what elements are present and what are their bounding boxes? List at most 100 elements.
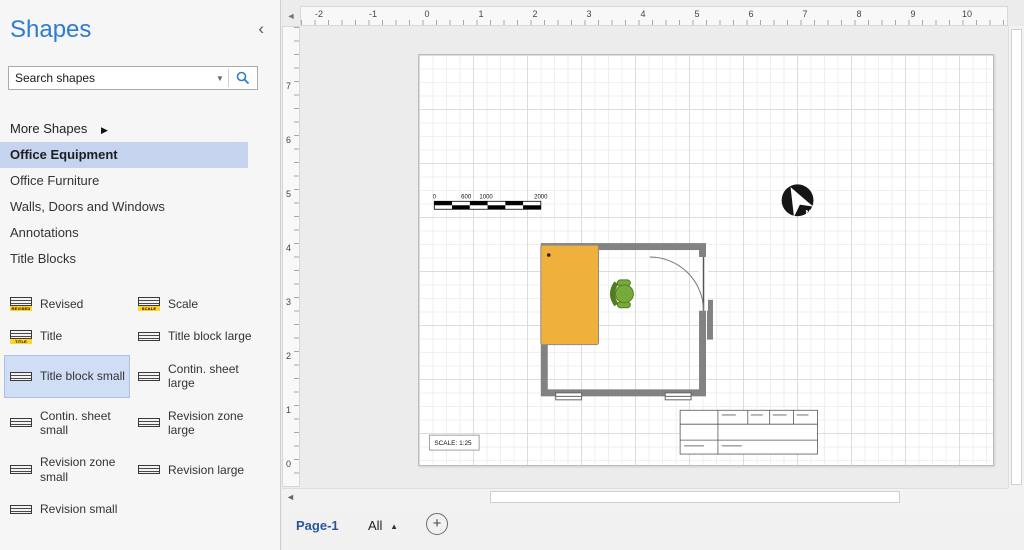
stencil-item[interactable]: Walls, Doors and Windows — [0, 194, 248, 220]
north-arrow-shape[interactable]: N — [781, 182, 814, 217]
ruler-number: 1 — [286, 405, 292, 415]
ruler-number: 7 — [286, 81, 292, 91]
shape-label: Contin. sheet large — [168, 361, 239, 391]
search-icon — [236, 71, 250, 85]
svg-text:N: N — [806, 210, 811, 217]
ruler-ticks — [294, 27, 299, 486]
shape-item[interactable]: Contin. sheet large — [132, 355, 258, 398]
horizontal-scrollbar-thumb[interactable] — [490, 491, 900, 503]
stencil-item[interactable]: Title Blocks — [0, 246, 248, 272]
door-swing-arc — [649, 256, 705, 311]
title-block-shape-icon — [9, 465, 33, 475]
shape-item[interactable]: SCALE Scale — [132, 290, 258, 318]
search-button[interactable] — [229, 67, 257, 89]
ruler-number: 10 — [961, 9, 973, 19]
search-box: ▼ — [8, 66, 258, 90]
vertical-scrollbar[interactable] — [1008, 26, 1024, 488]
shape-label: Revision zone small — [40, 455, 116, 484]
vertical-scrollbar-thumb[interactable] — [1011, 29, 1022, 485]
stencil-item[interactable]: Office Equipment — [0, 142, 248, 168]
svg-text:0: 0 — [433, 194, 437, 200]
ruler-number: -2 — [314, 9, 324, 19]
shapes-panel-title: Shapes — [10, 16, 92, 43]
ruler-number: 2 — [286, 351, 292, 361]
shape-item[interactable]: TITLE Title — [4, 322, 130, 350]
floor-plan: 0 600 1000 2000 N SCALE: 1:25 — [428, 182, 818, 455]
ruler-number: 0 — [286, 459, 292, 469]
ruler-number: 6 — [748, 9, 754, 19]
canvas-viewport[interactable]: 0 600 1000 2000 N SCALE: 1:25 — [300, 26, 1008, 488]
shape-label: Title block large — [168, 329, 252, 344]
add-page-button[interactable]: + — [426, 513, 448, 535]
shape-item[interactable]: REVISED Revised — [4, 290, 130, 318]
ruler-number: 7 — [802, 9, 808, 19]
ruler-number: 4 — [286, 243, 292, 253]
desk-shape[interactable] — [540, 244, 600, 346]
horizontal-scrollbar[interactable]: ◄ — [282, 488, 1008, 505]
page-tab[interactable]: Page-1 — [296, 518, 339, 533]
shape-label: Revision small — [40, 502, 118, 517]
shape-item[interactable]: Revision zone large — [132, 402, 258, 445]
shape-label: Revision zone large — [168, 408, 244, 437]
ruler-number: -1 — [368, 9, 378, 19]
ruler-number: 1 — [478, 9, 484, 19]
shape-grid: REVISED Revised SCALE Scale TITLE Title Title … — [4, 290, 258, 524]
title-block-shape-icon — [137, 371, 161, 381]
svg-text:1000: 1000 — [479, 194, 493, 200]
shape-label: Contin. sheet small — [40, 408, 111, 437]
more-shapes-button[interactable]: More Shapes ▶ — [10, 121, 108, 136]
shapes-panel: Shapes ‹ ▼ More Shapes ▶ Office Equipmen… — [0, 0, 281, 550]
ruler-number: 2 — [532, 9, 538, 19]
shape-item[interactable]: Title block small — [4, 354, 130, 398]
drawing-canvas-area: ◄ -2 -1 0 1 2 3 4 5 6 7 8 9 10 76543210 0 600 10 — [282, 0, 1024, 550]
collapse-panel-icon[interactable]: ‹ — [258, 20, 264, 37]
pan-left-icon[interactable]: ◄ — [282, 6, 300, 26]
search-dropdown-icon[interactable]: ▼ — [212, 74, 228, 83]
shape-item[interactable]: Revision small — [4, 495, 130, 523]
ruler-number: 4 — [640, 9, 646, 19]
shape-item[interactable]: Revision large — [132, 448, 258, 491]
ruler-number: 0 — [424, 9, 430, 19]
scale-bar-shape[interactable]: 0 600 1000 2000 — [433, 194, 548, 210]
ruler-ticks — [301, 20, 1007, 25]
title-block-shape[interactable] — [679, 409, 818, 455]
drawing-page[interactable]: 0 600 1000 2000 N SCALE: 1:25 — [418, 54, 994, 466]
shape-label: Scale — [168, 297, 199, 311]
title-block-shape-icon: TITLE — [9, 329, 33, 344]
chevron-up-icon: ▲ — [390, 522, 398, 531]
stencil-item[interactable]: Annotations — [0, 220, 248, 246]
shape-item[interactable]: Title block large — [132, 322, 258, 350]
more-shapes-arrow-icon: ▶ — [100, 125, 108, 135]
title-block-shape-icon — [137, 332, 161, 342]
title-block-shape-icon — [137, 465, 161, 475]
horizontal-ruler: -2 -1 0 1 2 3 4 5 6 7 8 9 10 — [300, 6, 1008, 26]
title-block-shape-icon — [137, 418, 161, 428]
search-input[interactable] — [9, 71, 212, 85]
shape-label: Revision large — [168, 462, 245, 477]
all-pages-label: All — [368, 518, 383, 533]
ruler-number: 3 — [286, 297, 292, 307]
shape-item[interactable]: Contin. sheet small — [4, 402, 130, 445]
scale-note-shape[interactable]: SCALE: 1:25 — [428, 434, 480, 451]
svg-text:2000: 2000 — [534, 194, 548, 200]
page-bar: Page-1 All ▲ + — [282, 505, 1024, 550]
more-shapes-label: More Shapes — [10, 121, 88, 136]
shape-label: Revised — [40, 297, 84, 311]
ruler-number: 3 — [586, 9, 592, 19]
svg-text:600: 600 — [461, 194, 472, 200]
title-block-shape-icon: REVISED — [9, 297, 33, 312]
vertical-ruler: 7 6 5 4 3 2 1 0 — [282, 26, 300, 487]
title-block-shape-icon — [9, 371, 33, 381]
stencil-item[interactable]: Office Furniture — [0, 168, 248, 194]
scroll-left-icon[interactable]: ◄ — [282, 489, 299, 505]
all-pages-button[interactable]: All ▲ — [368, 518, 398, 533]
office-chair-shape[interactable] — [609, 279, 634, 309]
ruler-number: 5 — [286, 189, 292, 199]
shape-label: Title — [40, 329, 63, 344]
window-shape — [664, 392, 692, 401]
shape-item[interactable]: Revision zone small — [4, 448, 130, 491]
stencil-list: Office Equipment Office Furniture Walls, D… — [0, 142, 281, 272]
ruler-number: 9 — [910, 9, 916, 19]
title-block-shape-icon: SCALE — [137, 297, 161, 312]
ruler-number: 5 — [694, 9, 700, 19]
